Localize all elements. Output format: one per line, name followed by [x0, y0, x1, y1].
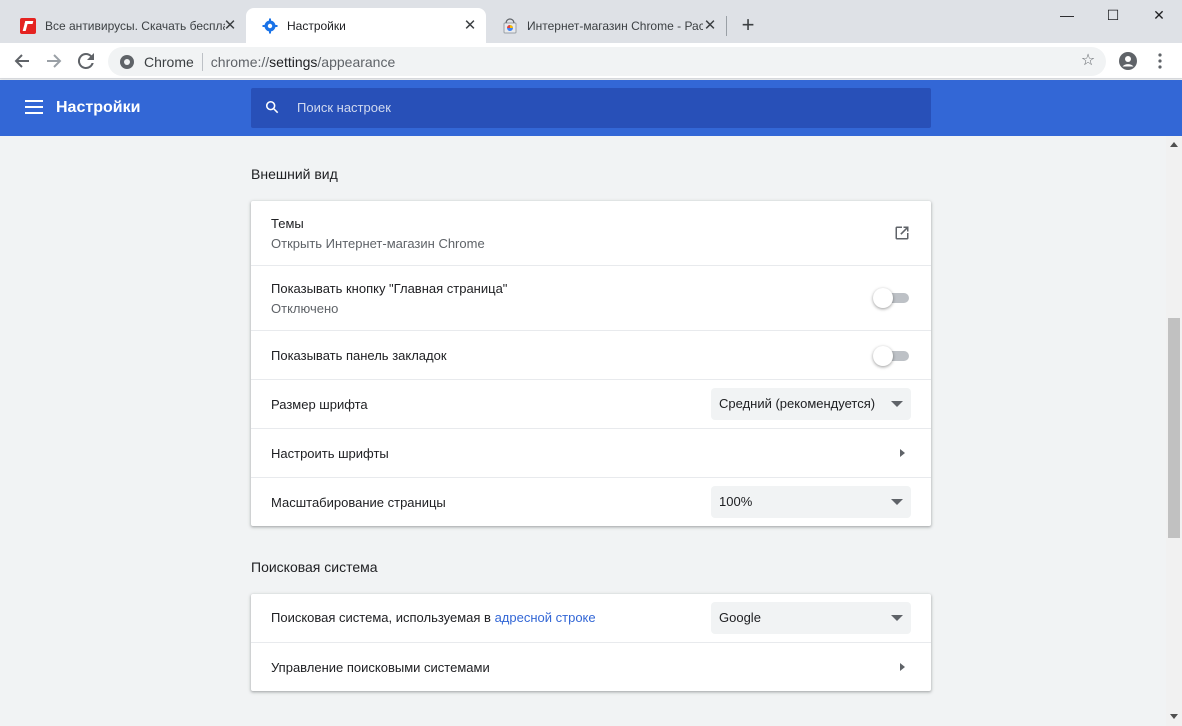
- home-button-toggle[interactable]: [875, 291, 909, 305]
- back-button[interactable]: [10, 49, 34, 73]
- themes-label: Темы: [271, 216, 304, 231]
- font-size-value: Средний (рекомендуется): [719, 396, 875, 411]
- bookmarks-bar-row[interactable]: Показывать панель закладок: [251, 330, 931, 379]
- close-icon[interactable]: ✕: [222, 18, 238, 34]
- search-engine-section-title: Поисковая система: [251, 559, 378, 575]
- antivirus-logo-icon: [20, 18, 36, 34]
- font-size-label: Размер шрифта: [271, 397, 368, 412]
- close-icon[interactable]: ✕: [702, 18, 718, 34]
- search-engine-label: Поисковая система, используемая в адресн…: [271, 610, 596, 625]
- bookmark-star-button[interactable]: ☆: [1076, 49, 1100, 73]
- page-title: Настройки: [56, 99, 140, 117]
- url-scheme: chrome://: [211, 54, 269, 70]
- settings-content: Внешний вид Темы Открыть Интернет-магази…: [0, 136, 1166, 726]
- scroll-down-arrow-icon[interactable]: [1170, 714, 1178, 719]
- bookmarks-bar-toggle[interactable]: [875, 349, 909, 363]
- address-bar-link[interactable]: адресной строке: [495, 610, 596, 625]
- forward-arrow-icon: [42, 49, 66, 73]
- forward-button[interactable]: [42, 49, 66, 73]
- url-text: chrome://settings/appearance: [211, 54, 395, 70]
- appearance-section-title: Внешний вид: [251, 166, 338, 182]
- font-size-select[interactable]: Средний (рекомендуется): [711, 388, 911, 420]
- appearance-card: Темы Открыть Интернет-магазин Chrome Пок…: [251, 201, 931, 526]
- search-engine-label-text: Поисковая система, используемая в: [271, 610, 495, 625]
- page-zoom-select[interactable]: 100%: [711, 486, 911, 518]
- reload-button[interactable]: [74, 49, 98, 73]
- page-zoom-value: 100%: [719, 494, 752, 509]
- url-host: settings: [269, 54, 317, 70]
- tab-chrome-web-store[interactable]: Интернет-магазин Chrome - Рас ✕: [486, 8, 726, 43]
- menu-button[interactable]: [1148, 49, 1172, 73]
- tab-title: Интернет-магазин Chrome - Рас: [527, 19, 703, 33]
- bookmarks-bar-label: Показывать панель закладок: [271, 348, 447, 363]
- manage-search-engines-label: Управление поисковыми системами: [271, 660, 490, 675]
- settings-header: Настройки Поиск настроек: [0, 80, 1182, 136]
- page-scrollbar[interactable]: [1166, 136, 1182, 726]
- tab-antivirus[interactable]: Все антивирусы. Скачать беспла ✕: [0, 8, 246, 43]
- gear-icon: [262, 18, 278, 34]
- back-arrow-icon: [10, 49, 34, 73]
- url-path: /appearance: [317, 54, 395, 70]
- tab-title: Настройки: [287, 19, 346, 33]
- chevron-right-icon: [900, 663, 905, 671]
- address-bar[interactable]: Chrome chrome://settings/appearance: [108, 47, 1106, 76]
- tab-strip: Все антивирусы. Скачать беспла ✕ Настрой…: [0, 0, 1182, 43]
- search-engine-value: Google: [719, 610, 761, 625]
- dropdown-arrow-icon: [891, 615, 903, 621]
- tab-settings[interactable]: Настройки ✕: [246, 8, 486, 43]
- new-tab-button[interactable]: +: [738, 15, 758, 35]
- scrollbar-thumb[interactable]: [1168, 318, 1180, 538]
- font-size-row: Размер шрифта Средний (рекомендуется): [251, 379, 931, 428]
- home-button-label: Показывать кнопку "Главная страница": [271, 281, 507, 296]
- maximize-button[interactable]: ☐: [1090, 3, 1136, 27]
- scroll-up-arrow-icon[interactable]: [1170, 142, 1178, 147]
- browser-toolbar: Chrome chrome://settings/appearance ☆: [0, 43, 1182, 79]
- chrome-page-icon: [120, 55, 134, 69]
- chevron-right-icon: [900, 449, 905, 457]
- omnibox-divider: [202, 53, 203, 71]
- dropdown-arrow-icon: [891, 499, 903, 505]
- close-icon[interactable]: ✕: [462, 18, 478, 34]
- themes-sublabel: Открыть Интернет-магазин Chrome: [271, 236, 485, 251]
- home-button-row[interactable]: Показывать кнопку "Главная страница" Отк…: [251, 265, 931, 330]
- reload-icon: [74, 49, 98, 73]
- minimize-button[interactable]: —: [1044, 3, 1090, 27]
- page-zoom-label: Масштабирование страницы: [271, 495, 446, 510]
- settings-search-input[interactable]: Поиск настроек: [251, 88, 931, 128]
- close-window-button[interactable]: ✕: [1136, 3, 1182, 27]
- omnibox-chip: Chrome: [144, 54, 194, 70]
- hamburger-menu-icon[interactable]: [25, 100, 43, 114]
- customize-fonts-row[interactable]: Настроить шрифты: [251, 428, 931, 477]
- customize-fonts-label: Настроить шрифты: [271, 446, 389, 461]
- search-icon: [265, 100, 279, 114]
- chrome-web-store-icon: [502, 18, 518, 34]
- manage-search-engines-row[interactable]: Управление поисковыми системами: [251, 642, 931, 691]
- search-engine-card: Поисковая система, используемая в адресн…: [251, 594, 931, 691]
- account-icon: [1118, 51, 1138, 71]
- search-engine-row: Поисковая система, используемая в адресн…: [251, 594, 931, 642]
- home-button-sublabel: Отключено: [271, 301, 338, 316]
- dropdown-arrow-icon: [891, 401, 903, 407]
- tab-title: Все антивирусы. Скачать беспла: [45, 19, 225, 33]
- tab-separator: [726, 16, 727, 36]
- open-in-new-icon[interactable]: [893, 224, 911, 242]
- profile-button[interactable]: [1116, 49, 1140, 73]
- more-vert-icon: [1158, 53, 1162, 69]
- search-placeholder: Поиск настроек: [297, 100, 391, 115]
- page-zoom-row: Масштабирование страницы 100%: [251, 477, 931, 526]
- search-engine-select[interactable]: Google: [711, 602, 911, 634]
- themes-row[interactable]: Темы Открыть Интернет-магазин Chrome: [251, 201, 931, 265]
